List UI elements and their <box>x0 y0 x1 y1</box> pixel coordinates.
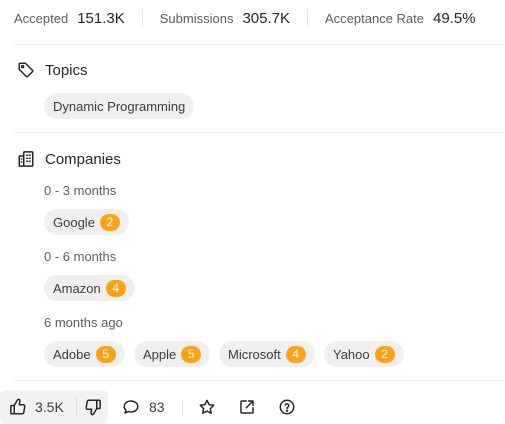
stats-row: Accepted 151.3K Submissions 305.7K Accep… <box>0 0 505 36</box>
comment-bubble-icon <box>122 398 140 416</box>
thumbs-down-icon <box>84 398 102 416</box>
thumbs-up-icon <box>9 398 27 416</box>
favorite-button[interactable] <box>195 390 219 424</box>
section-divider <box>14 380 504 381</box>
tag-icon <box>16 60 36 80</box>
company-count-badge: 4 <box>285 345 306 363</box>
question-circle-icon <box>278 398 296 416</box>
dislike-button[interactable] <box>78 390 108 424</box>
stat-label: Submissions <box>159 10 234 26</box>
companies-header[interactable]: Companies <box>16 149 121 169</box>
stat-value: 49.5% <box>433 9 476 27</box>
stat-value: 305.7K <box>242 9 290 27</box>
external-link-icon <box>238 398 256 416</box>
topic-tag-label: Dynamic Programming <box>53 98 186 114</box>
comments-button[interactable]: 83 <box>122 390 165 424</box>
like-count: 3.5K <box>35 399 64 415</box>
company-count-badge: 5 <box>95 345 116 363</box>
company-name: Microsoft <box>228 346 281 362</box>
share-button[interactable] <box>235 390 259 424</box>
company-count-badge: 2 <box>374 345 395 363</box>
companies-title: Companies <box>45 150 121 168</box>
topics-title: Topics <box>45 61 88 79</box>
action-bar: 3.5K 83 <box>0 390 505 424</box>
help-button[interactable] <box>275 390 299 424</box>
stat-value: 151.3K <box>77 9 125 27</box>
stat-label: Accepted <box>14 10 69 26</box>
company-count-badge: 4 <box>105 279 126 297</box>
company-chip-microsoft[interactable]: Microsoft 4 <box>219 341 315 367</box>
period-label: 0 - 6 months <box>44 249 117 264</box>
company-name: Google <box>53 214 95 230</box>
company-name: Amazon <box>53 280 101 296</box>
vote-divider <box>76 397 77 417</box>
company-chip-yahoo[interactable]: Yahoo 2 <box>324 341 404 367</box>
topic-tag[interactable]: Dynamic Programming <box>44 93 195 119</box>
company-name: Adobe <box>53 346 91 362</box>
comment-count: 83 <box>149 399 165 415</box>
building-icon <box>16 149 36 169</box>
footer-divider <box>182 400 183 416</box>
stat-accepted: Accepted 151.3K <box>14 10 125 27</box>
company-name: Apple <box>143 346 177 362</box>
stat-submissions: Submissions 305.7K <box>160 10 290 27</box>
vote-group: 3.5K <box>0 390 108 424</box>
section-divider <box>14 44 504 45</box>
company-name: Yahoo <box>333 346 370 362</box>
section-divider <box>14 132 504 133</box>
period-label: 0 - 3 months <box>44 183 117 198</box>
stat-divider <box>307 9 308 27</box>
period-label: 6 months ago <box>44 315 123 330</box>
company-chip-apple[interactable]: Apple 5 <box>134 341 211 367</box>
star-icon <box>198 398 216 416</box>
company-chip-adobe[interactable]: Adobe 5 <box>44 341 125 367</box>
stat-acceptance-rate: Acceptance Rate 49.5% <box>325 10 476 27</box>
like-button[interactable]: 3.5K <box>0 390 76 424</box>
company-chip-google[interactable]: Google 2 <box>44 209 129 235</box>
stat-label: Acceptance Rate <box>325 10 425 26</box>
company-count-badge: 2 <box>99 213 120 231</box>
company-count-badge: 5 <box>181 345 202 363</box>
company-chip-amazon[interactable]: Amazon 4 <box>44 275 135 301</box>
topics-header[interactable]: Topics <box>16 60 88 80</box>
stat-divider <box>141 9 143 27</box>
